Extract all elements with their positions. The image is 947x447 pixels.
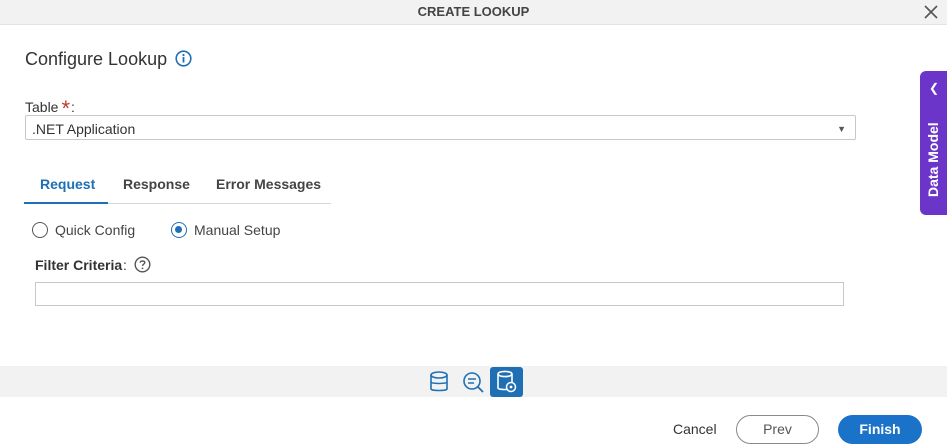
table-label-colon: : — [71, 99, 75, 115]
lookup-tabs: Request Response Error Messages — [24, 170, 331, 204]
finish-button[interactable]: Finish — [838, 415, 922, 444]
page-title: Configure Lookup — [25, 49, 168, 69]
filter-criteria-label: Filter Criteria — [35, 257, 123, 273]
tab-error-messages[interactable]: Error Messages — [216, 176, 321, 192]
manual-setup-radio[interactable] — [171, 222, 187, 238]
tab-response[interactable]: Response — [123, 176, 190, 192]
quick-config-label: Quick Config — [55, 222, 136, 238]
dropdown-caret-icon: ▼ — [837, 124, 846, 134]
data-model-label: Data Model — [925, 122, 941, 197]
dialog-footer: Cancel Prev Finish — [0, 397, 947, 447]
table-select-value: .NET Application — [32, 121, 136, 137]
close-icon[interactable] — [921, 2, 941, 22]
filter-criteria-input[interactable] — [35, 282, 844, 306]
chevron-left-icon: ❮ — [929, 81, 940, 95]
search-list-icon[interactable] — [460, 369, 486, 395]
database-icon[interactable] — [426, 369, 452, 395]
table-label-text: Table — [25, 99, 59, 115]
quick-config-radio[interactable] — [32, 222, 48, 238]
cancel-button[interactable]: Cancel — [673, 421, 717, 437]
database-settings-icon[interactable] — [490, 367, 523, 397]
help-icon[interactable] — [134, 256, 151, 273]
info-icon[interactable] — [175, 50, 192, 67]
dialog-titlebar: CREATE LOOKUP — [0, 0, 947, 25]
bottom-toolbar — [0, 366, 947, 397]
dialog-title: CREATE LOOKUP — [417, 4, 530, 19]
active-tab-indicator — [24, 202, 108, 204]
manual-setup-label: Manual Setup — [194, 222, 281, 238]
filter-criteria-colon: : — [123, 257, 127, 273]
tab-request[interactable]: Request — [40, 176, 95, 192]
table-select[interactable]: .NET Application ▼ — [25, 115, 856, 140]
data-model-side-tab[interactable]: ❮ Data Model — [920, 71, 947, 215]
prev-button[interactable]: Prev — [736, 415, 819, 444]
